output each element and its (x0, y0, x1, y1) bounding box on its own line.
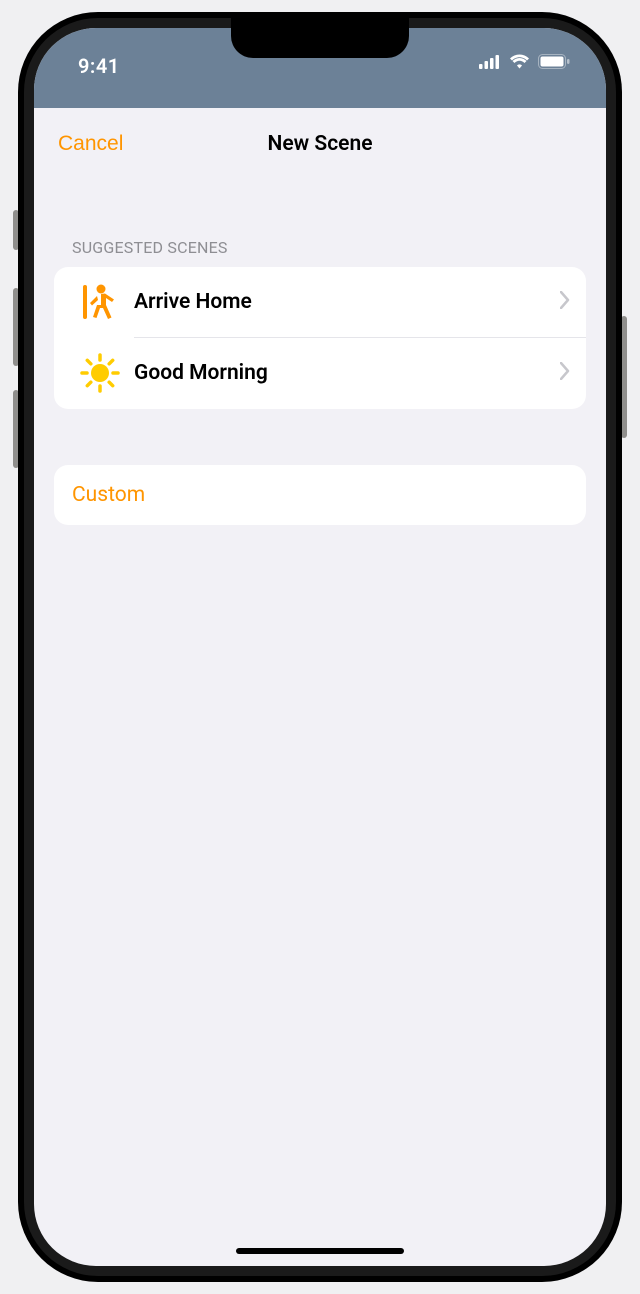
arrive-home-icon (72, 281, 128, 323)
battery-icon (538, 54, 570, 73)
scene-arrive-home[interactable]: Arrive Home (54, 267, 586, 337)
cancel-button[interactable]: Cancel (58, 132, 123, 156)
scene-label: Good Morning (134, 361, 560, 385)
custom-scene-button[interactable]: Custom (54, 465, 586, 525)
device-notch (231, 18, 409, 58)
wifi-icon (509, 54, 530, 73)
scene-label: Arrive Home (134, 290, 560, 314)
home-indicator[interactable] (236, 1248, 404, 1254)
status-icons (479, 54, 570, 73)
screen: 9:41 (34, 28, 606, 1266)
status-time: 9:41 (78, 54, 120, 78)
custom-label: Custom (72, 483, 568, 507)
phone-inner: 9:41 (24, 18, 616, 1276)
chevron-right-icon (560, 291, 570, 313)
scene-good-morning[interactable]: Good Morning (54, 337, 586, 409)
content-area: SUGGESTED SCENES Arrive Home (34, 238, 606, 525)
chevron-right-icon (560, 362, 570, 384)
nav-bar: Cancel New Scene (34, 108, 606, 180)
phone-frame: 9:41 (18, 12, 622, 1282)
suggested-scenes-group: Arrive Home (54, 267, 586, 409)
cellular-icon (479, 54, 501, 73)
page-title: New Scene (268, 132, 373, 156)
sun-icon (72, 351, 128, 395)
suggested-scenes-header: SUGGESTED SCENES (54, 238, 586, 257)
